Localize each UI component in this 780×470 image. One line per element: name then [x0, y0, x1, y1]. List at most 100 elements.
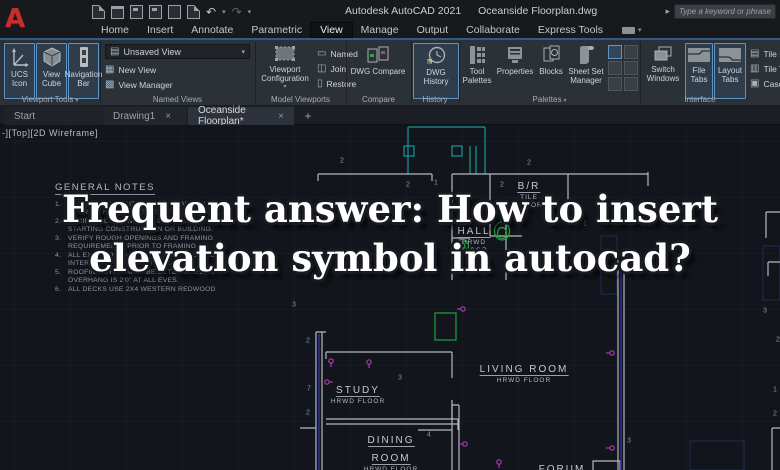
save-icon[interactable]: [130, 5, 143, 19]
tab-collaborate[interactable]: Collaborate: [457, 23, 529, 37]
properties-button[interactable]: Properties: [494, 43, 536, 99]
autocad-window: A ↶ ▾ ↷ ▾ Autodesk AutoCAD 2021 Oceansid…: [0, 0, 780, 470]
tile-horizontally-button[interactable]: ▤ Tile Horizontally: [750, 47, 780, 60]
undo-caret-icon[interactable]: ▾: [222, 8, 226, 16]
dwg-compare-icon: [367, 46, 389, 63]
blocks-button[interactable]: Blocks: [537, 43, 565, 99]
close-icon[interactable]: ×: [165, 111, 171, 122]
door-window-tag: 2: [340, 157, 344, 165]
ucs-icon-button[interactable]: UCS Icon: [4, 43, 35, 99]
redo-caret-icon[interactable]: ▾: [248, 8, 252, 16]
window-title: Autodesk AutoCAD 2021 Oceanside Floorpla…: [345, 5, 597, 17]
room-label: FORUM: [539, 459, 586, 470]
blocks-label: Blocks: [539, 67, 563, 76]
room-label: LIVING ROOM HRWD FLOOR: [479, 364, 569, 384]
viewport-controls-label[interactable]: -][Top][2D Wireframe]: [2, 128, 98, 138]
tab-express-tools[interactable]: Express Tools: [529, 23, 612, 37]
dwg-history-button[interactable]: DWG History: [413, 43, 459, 99]
open-folder-icon[interactable]: [111, 5, 124, 19]
panel-label-interface: Interface: [684, 95, 716, 104]
door-window-tag: 3: [627, 437, 631, 445]
join-viewports-button[interactable]: ◫ Join: [317, 62, 346, 75]
ucs-icon-label: UCS Icon: [11, 70, 28, 88]
palette-mini-icon[interactable]: [624, 61, 638, 75]
chevron-right-icon[interactable]: ▸: [665, 6, 670, 17]
palette-mini-grid: [608, 45, 638, 91]
viewport-configuration-label: Viewport Configuration: [261, 65, 309, 83]
undo-icon[interactable]: ↶: [206, 6, 216, 18]
tool-palettes-label: Tool Palettes: [462, 67, 492, 85]
switch-windows-button[interactable]: Switch Windows: [643, 43, 683, 99]
join-viewports-icon: ◫: [317, 62, 327, 74]
tab-annotate[interactable]: Annotate: [182, 23, 242, 37]
ribbon: UCS Icon View Cube Navigation Bar Viewpo…: [0, 38, 780, 105]
drawing-viewport[interactable]: -][Top][2D Wireframe] GENERAL NOTES 1. FO…: [0, 125, 780, 470]
viewport-configuration-icon: [275, 46, 295, 61]
panel-label-model-viewports: Model Viewports: [271, 95, 330, 104]
search-input[interactable]: [674, 4, 776, 19]
titlebar: A ↶ ▾ ↷ ▾ Autodesk AutoCAD 2021 Oceansid…: [0, 0, 780, 34]
room-label: DINING ROOM HRWD FLOOR: [363, 435, 419, 470]
panel-label-named-views: Named Views: [152, 95, 203, 104]
tool-palettes-icon: [470, 46, 485, 64]
panel-label-history: History: [422, 95, 448, 104]
palette-mini-icon[interactable]: [624, 45, 638, 59]
file-tab-start[interactable]: Start: [4, 107, 102, 125]
panel-label-viewport-tools[interactable]: Viewport Tools ▾: [0, 95, 100, 104]
print-icon[interactable]: [187, 5, 200, 19]
close-icon[interactable]: ×: [278, 111, 284, 122]
new-file-icon[interactable]: [92, 5, 105, 19]
dwg-history-icon: [427, 46, 446, 64]
tab-insert[interactable]: Insert: [138, 23, 182, 37]
file-tab-oceanside[interactable]: Oceanside Floorplan* ×: [188, 105, 294, 127]
tile-vertically-button[interactable]: ▥ Tile Vertically: [750, 62, 780, 75]
tab-parametric[interactable]: Parametric: [242, 23, 311, 37]
chevron-down-icon: ▾: [241, 48, 245, 56]
save-as-icon[interactable]: [149, 5, 162, 19]
tool-palettes-button[interactable]: Tool Palettes: [461, 43, 493, 99]
layout-tabs-button[interactable]: Layout Tabs: [714, 43, 746, 99]
cascade-icon: ▣: [750, 77, 760, 89]
new-view-icon: ▦: [105, 63, 115, 75]
autocad-logo-icon[interactable]: A: [3, 4, 27, 36]
view-dropdown[interactable]: ▤ Unsaved View ▾: [105, 44, 250, 59]
redo-icon[interactable]: ↷: [232, 6, 242, 18]
panel-label-palettes[interactable]: Palettes ▾: [459, 95, 640, 104]
tab-home[interactable]: Home: [92, 23, 138, 37]
viewport-configuration-button[interactable]: Viewport Configuration ▾: [257, 43, 313, 99]
layout-tabs-label: Layout Tabs: [717, 66, 743, 84]
panel-label-compare: Compare: [362, 95, 395, 104]
panel-separator: [100, 42, 101, 103]
palette-mini-icon[interactable]: [608, 61, 622, 75]
door-window-tag: 2: [527, 159, 531, 167]
tab-manage[interactable]: Manage: [352, 23, 408, 37]
tile-horizontally-icon: ▤: [750, 47, 760, 59]
tab-view[interactable]: View: [310, 22, 353, 38]
sheet-set-manager-button[interactable]: Sheet Set Manager: [566, 43, 606, 99]
navigation-bar-icon: [79, 47, 88, 67]
headline-line2: elevation symbol in autocad?: [89, 236, 691, 280]
file-tab-drawing1[interactable]: Drawing1 ×: [103, 107, 187, 125]
file-tabs-button[interactable]: File Tabs: [685, 43, 713, 99]
palette-mini-icon[interactable]: [608, 45, 622, 59]
ribbon-overflow-button[interactable]: ▾: [622, 26, 642, 34]
new-tab-button[interactable]: +: [298, 107, 318, 125]
tab-output[interactable]: Output: [408, 23, 458, 37]
door-window-tag: 2: [306, 337, 310, 345]
new-view-button[interactable]: ▦ New View: [105, 63, 156, 76]
file-tabs-icon: [688, 48, 710, 62]
navigation-bar-button[interactable]: Navigation Bar: [65, 43, 102, 99]
view-cube-button[interactable]: View Cube: [36, 43, 67, 99]
palette-mini-icon[interactable]: [608, 77, 622, 91]
door-window-tag: 3: [398, 374, 402, 382]
palette-mini-icon[interactable]: [624, 77, 638, 91]
plot-icon[interactable]: [168, 5, 181, 19]
door-window-tag: 3: [763, 307, 767, 315]
dwg-compare-button[interactable]: DWG Compare: [349, 43, 407, 99]
view-cube-label: View Cube: [41, 70, 62, 88]
view-state-icon: ▤: [110, 45, 120, 57]
layout-tabs-icon: [719, 48, 741, 62]
cascade-button[interactable]: ▣ Cascade: [750, 77, 780, 90]
view-manager-button[interactable]: ▩ View Manager: [105, 78, 173, 91]
chevron-down-icon: ▾: [283, 84, 287, 90]
